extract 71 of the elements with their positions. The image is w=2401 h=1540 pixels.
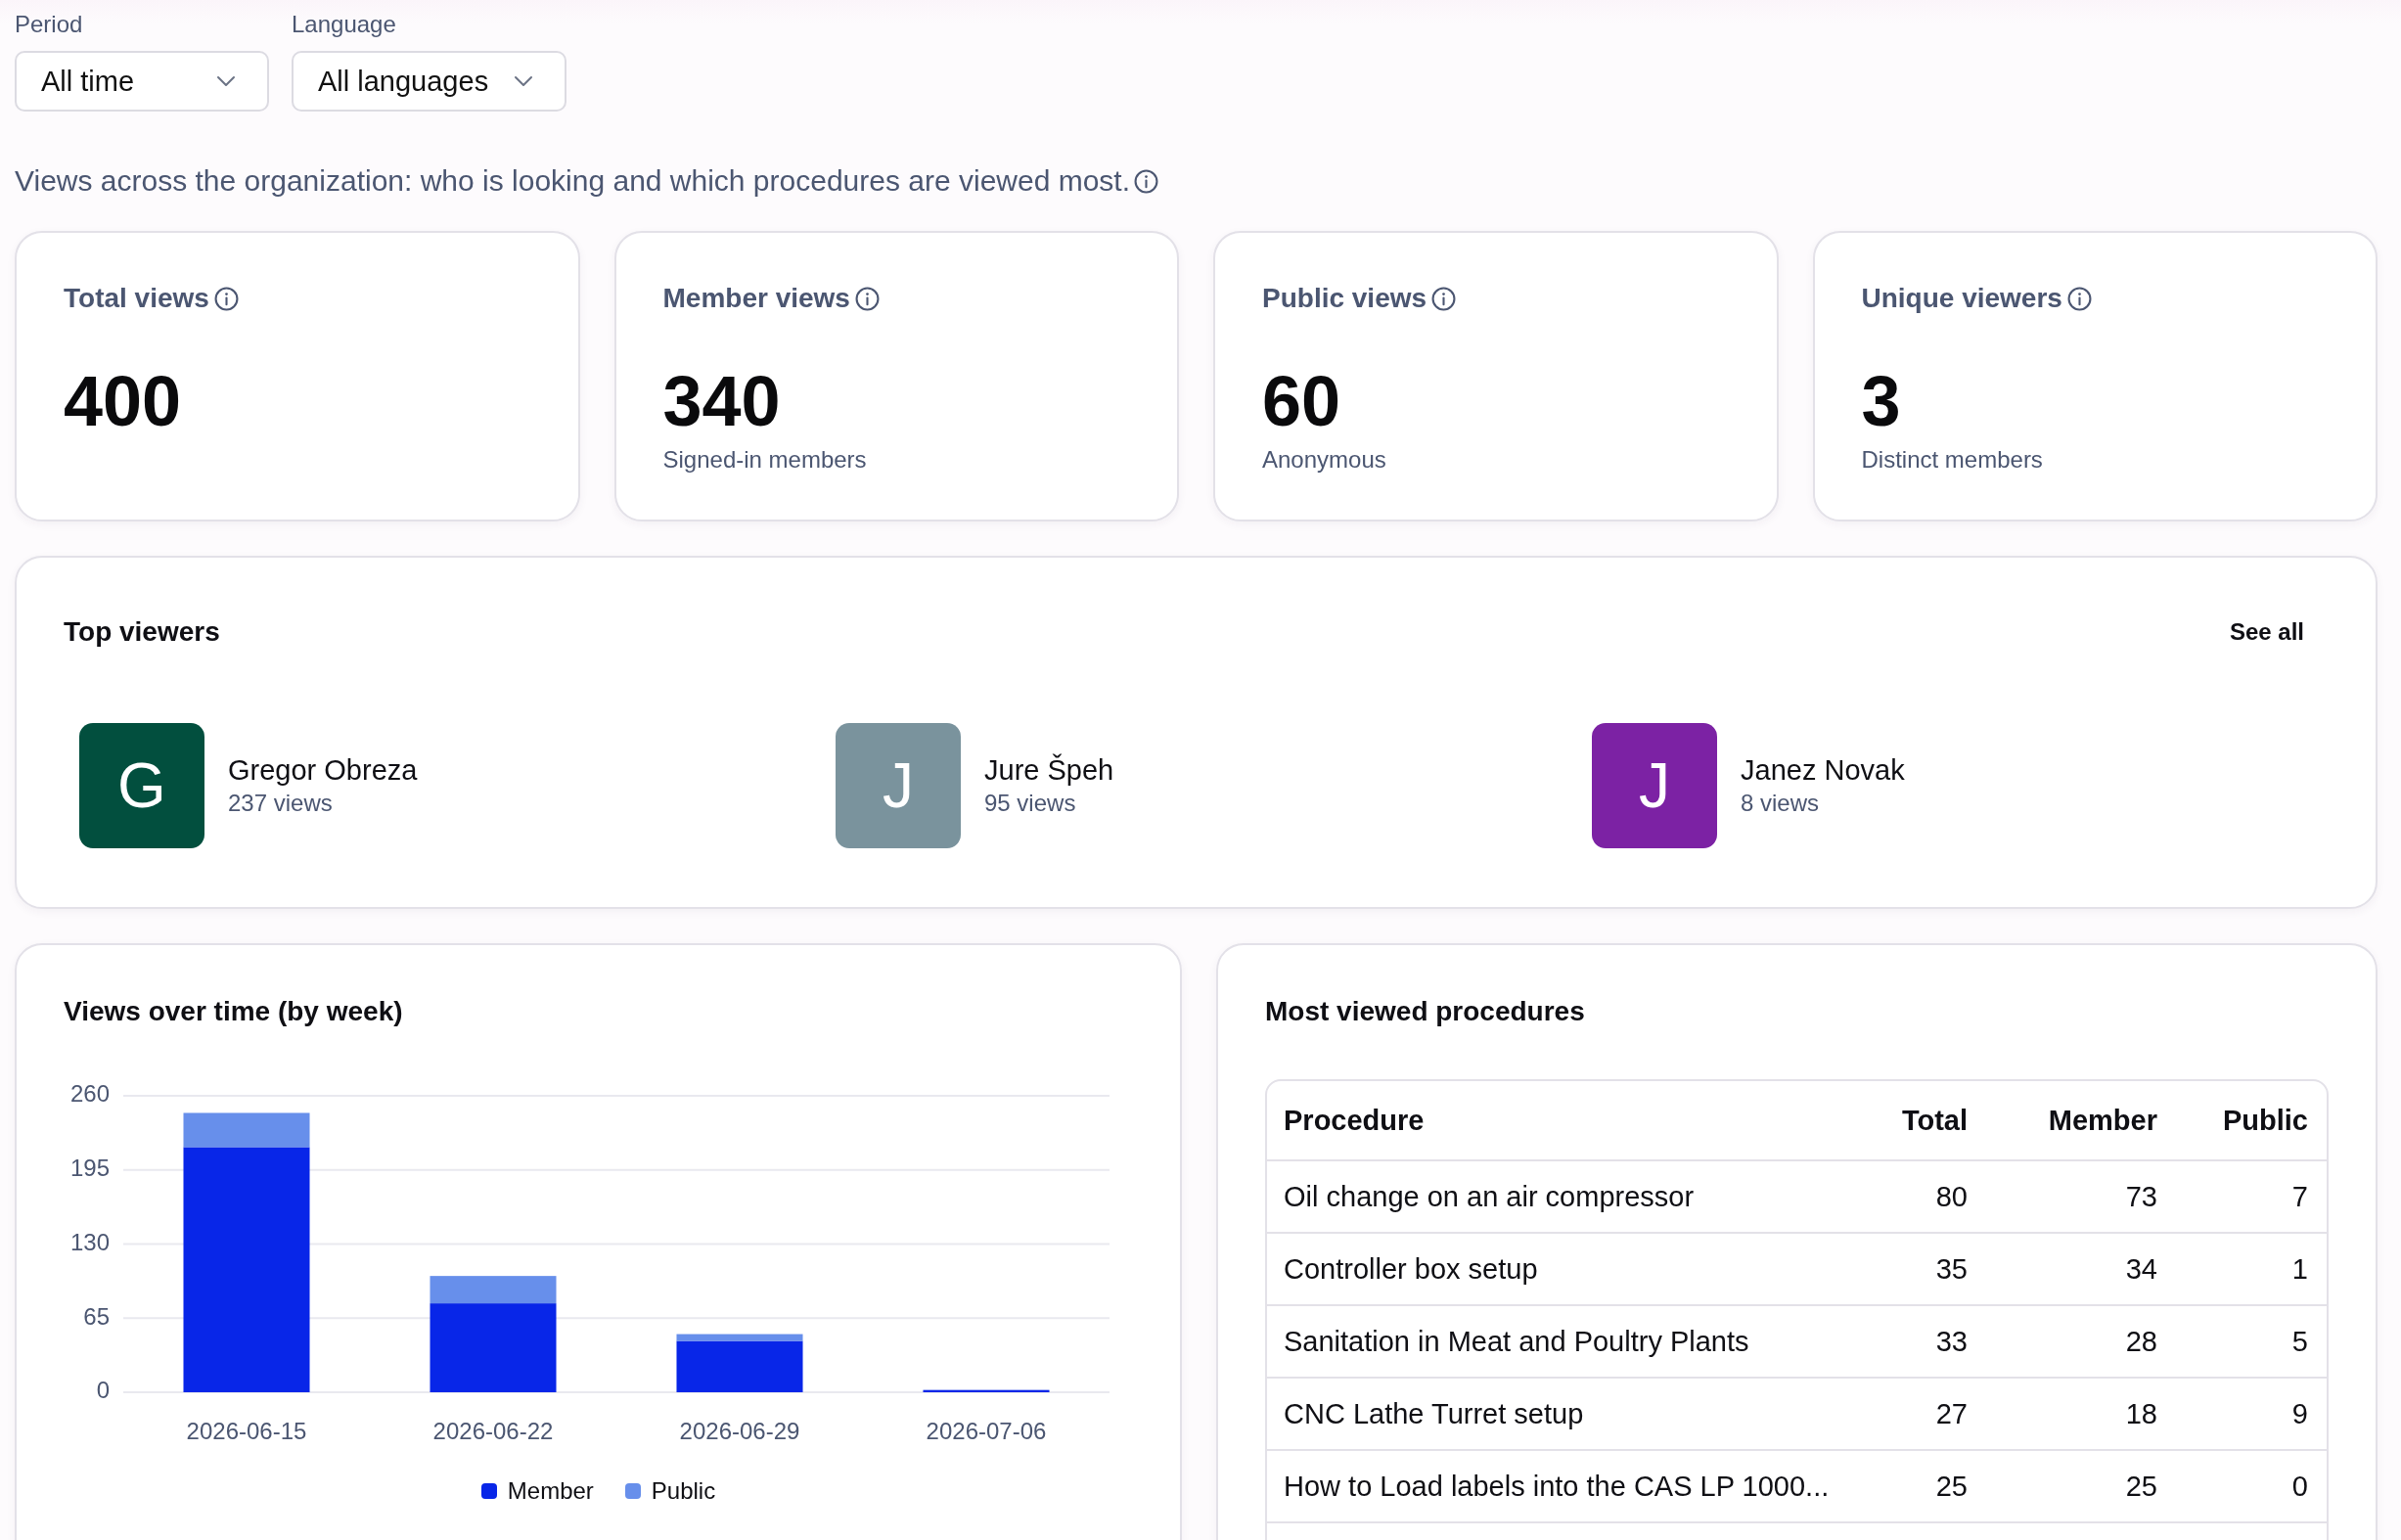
table-cell: 25 xyxy=(1935,1470,1968,1502)
column-header: Total xyxy=(1901,1104,1968,1136)
axis-label: 2026-06-29 xyxy=(679,1418,800,1445)
table-cell[interactable]: Sanitation in Meat and Poultry Plants xyxy=(1284,1325,1749,1357)
description-text: Views across the organization: who is looking and which procedures are viewed most. xyxy=(15,163,1131,199)
table-cell[interactable]: Oil change on an air compressor xyxy=(1284,1180,1695,1212)
axis-label: 65 xyxy=(83,1302,110,1330)
table-cell: 0 xyxy=(2291,1470,2308,1502)
see-all-link[interactable]: See all xyxy=(2204,611,2329,654)
column-header: Member xyxy=(2048,1104,2157,1136)
viewer-views: 8 views xyxy=(1741,789,1820,818)
column-header: Public xyxy=(2223,1104,2308,1136)
table-cell: 25 xyxy=(2125,1470,2157,1502)
stat-value: 60 xyxy=(1262,366,1341,436)
table-cell: 27 xyxy=(1935,1397,1968,1429)
legend-label: Member xyxy=(507,1476,594,1506)
viewer-views: 237 views xyxy=(228,789,333,818)
table-cell: 9 xyxy=(2291,1397,2308,1429)
axis-label: 2026-06-22 xyxy=(432,1418,554,1445)
stat-title: Public views xyxy=(1262,282,1427,315)
chart-title: Views over time (by week) xyxy=(64,995,403,1028)
table-cell[interactable]: CNC Lathe Turret setup xyxy=(1284,1397,1584,1429)
axis-label: 0 xyxy=(96,1377,110,1404)
avatar: G xyxy=(79,723,204,848)
field-label: Language xyxy=(292,10,396,39)
viewer-name[interactable]: Gregor Obreza xyxy=(228,752,418,788)
table-cell: 35 xyxy=(1935,1252,1968,1285)
axis-label: 2026-07-06 xyxy=(926,1418,1047,1445)
stat-value: 340 xyxy=(662,366,781,436)
axis-label: 195 xyxy=(69,1155,110,1182)
info-icon[interactable] xyxy=(2066,286,2092,311)
table-cell: 1 xyxy=(2291,1252,2308,1285)
axis-label: 2026-06-15 xyxy=(186,1418,307,1445)
stat-title: Total views xyxy=(64,282,209,315)
stat-caption: Anonymous xyxy=(1262,445,1386,475)
stat-value: 3 xyxy=(1861,366,1901,436)
table-cell: 28 xyxy=(2125,1325,2157,1357)
section-title: Most viewed procedures xyxy=(1265,995,1585,1028)
info-icon[interactable] xyxy=(213,286,239,311)
stat-caption: Distinct members xyxy=(1861,445,2043,475)
dropdown[interactable]: All languages xyxy=(292,51,566,112)
axis-label: 260 xyxy=(69,1080,110,1108)
table-cell: 33 xyxy=(1935,1325,1968,1357)
table-cell: 18 xyxy=(2125,1397,2157,1429)
dropdown[interactable]: All time xyxy=(15,51,269,112)
viewer-name[interactable]: Jure Špeh xyxy=(984,752,1114,788)
table-cell: 80 xyxy=(1935,1180,1968,1212)
table-cell: 7 xyxy=(2291,1180,2308,1212)
table-cell: 5 xyxy=(2291,1325,2308,1357)
stat-title: Unique viewers xyxy=(1861,282,2062,315)
table-cell: 73 xyxy=(2125,1180,2157,1212)
chevron-icon xyxy=(216,75,236,87)
table-cell[interactable]: How to Load labels into the CAS LP 1000... xyxy=(1284,1470,1830,1502)
info-icon[interactable] xyxy=(1431,286,1457,311)
stat-value: 400 xyxy=(64,366,182,436)
stat-title: Member views xyxy=(662,282,850,315)
info-icon[interactable] xyxy=(1134,168,1159,194)
column-header: Procedure xyxy=(1284,1104,1425,1136)
field-label: Period xyxy=(15,10,83,39)
chevron-icon xyxy=(514,75,533,87)
avatar: J xyxy=(1592,723,1717,848)
legend-label: Public xyxy=(651,1476,716,1506)
avatar: J xyxy=(836,723,961,848)
table-cell[interactable]: Controller box setup xyxy=(1284,1252,1538,1285)
table-cell: 34 xyxy=(2125,1252,2157,1285)
section-title: Top viewers xyxy=(64,615,220,649)
viewer-name[interactable]: Janez Novak xyxy=(1741,752,1905,788)
viewer-views: 95 views xyxy=(984,789,1076,818)
info-icon[interactable] xyxy=(854,286,880,311)
axis-label: 130 xyxy=(69,1228,110,1255)
stat-caption: Signed-in members xyxy=(662,445,867,475)
